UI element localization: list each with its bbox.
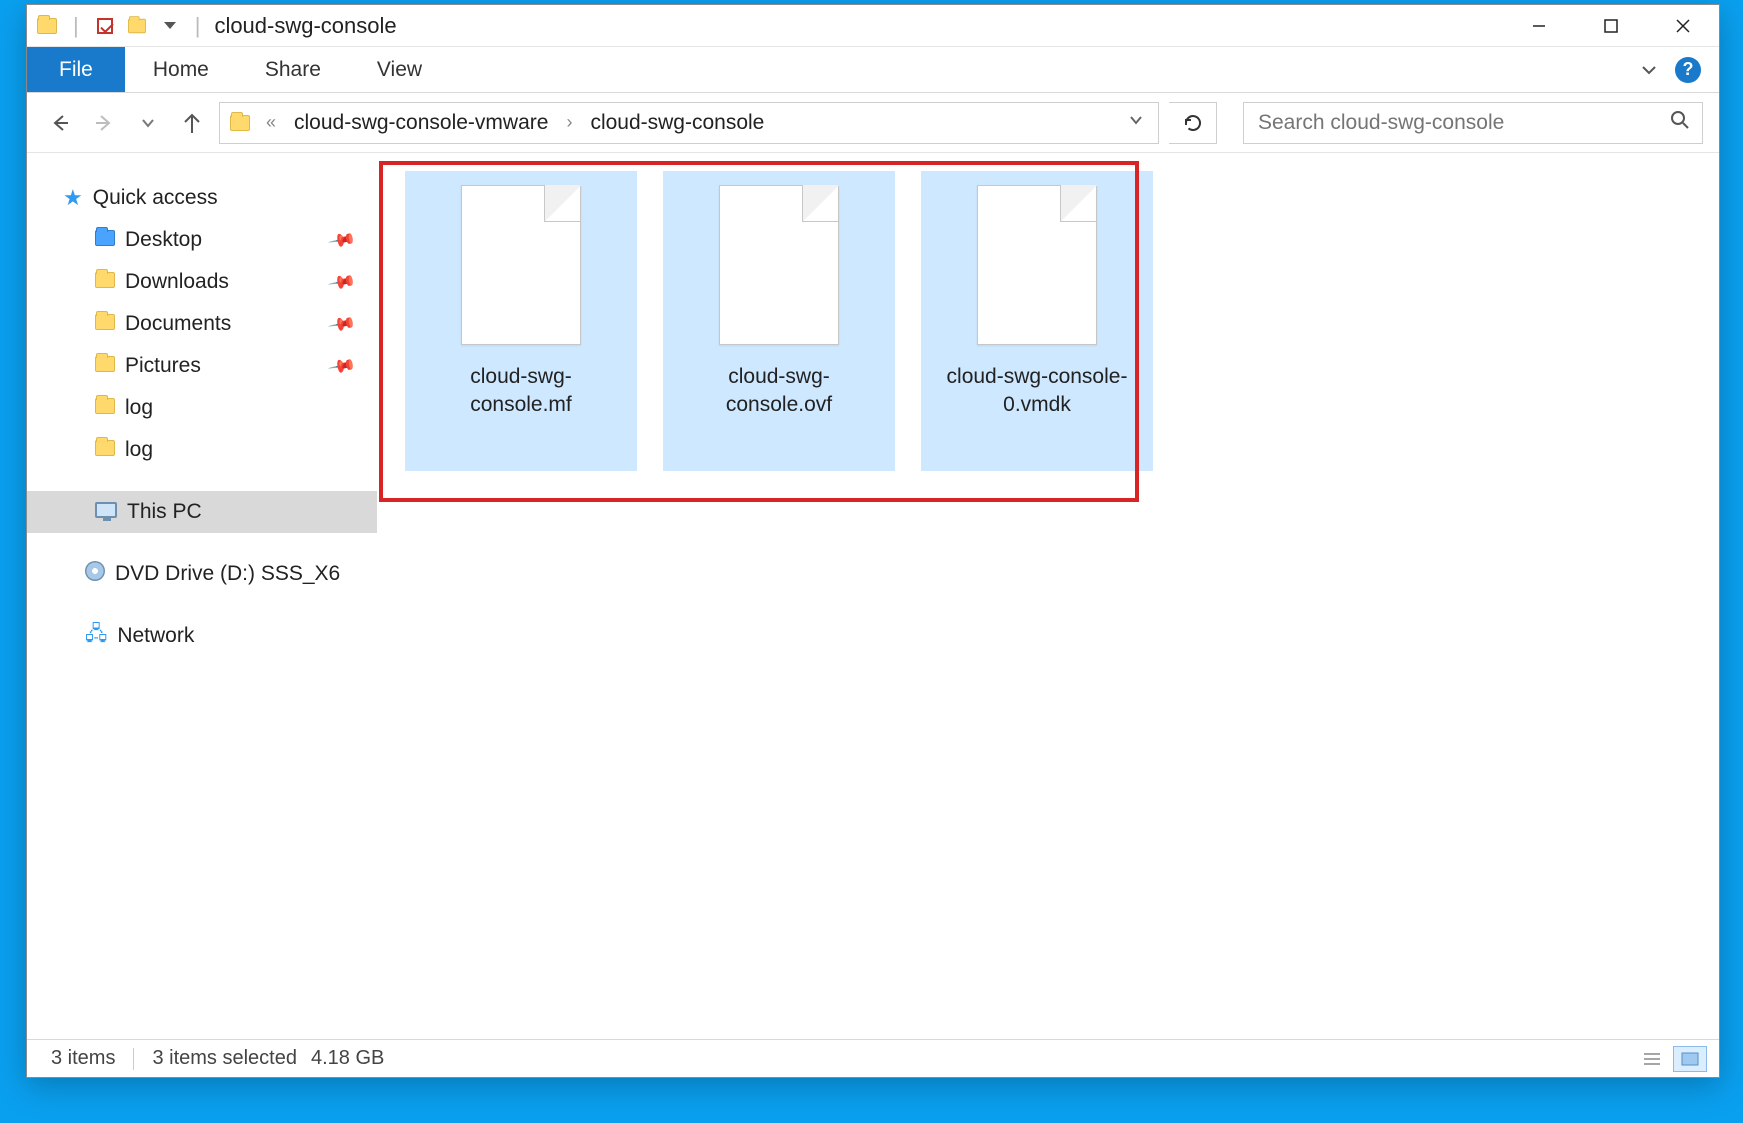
sidebar-item-label: log xyxy=(125,396,153,420)
address-folder-icon xyxy=(220,115,260,131)
file-icon xyxy=(461,185,581,345)
pin-icon: 📌 xyxy=(327,225,357,255)
ribbon: File Home Share View ? xyxy=(27,47,1719,93)
address-dropdown-icon[interactable] xyxy=(1114,112,1158,133)
disc-icon xyxy=(85,561,105,587)
sidebar-item-label: Downloads xyxy=(125,270,229,294)
sidebar-item-documents[interactable]: Documents 📌 xyxy=(55,303,369,345)
sidebar-dvd-drive[interactable]: DVD Drive (D:) SSS_X6 xyxy=(55,553,369,595)
folder-icon xyxy=(95,312,115,336)
nav-back-button[interactable] xyxy=(43,106,77,140)
file-item[interactable]: cloud-swg-console.mf xyxy=(405,171,637,471)
pin-icon: 📌 xyxy=(327,267,357,297)
breadcrumb[interactable]: cloud-swg-console-vmware xyxy=(282,111,560,135)
sidebar-item-label: Pictures xyxy=(125,354,201,378)
navigation-pane: ★ Quick access Desktop 📌 Downloads 📌 xyxy=(27,153,377,1039)
tab-file[interactable]: File xyxy=(27,47,125,92)
file-item[interactable]: cloud-swg-console-0.vmdk xyxy=(921,171,1153,471)
file-icon xyxy=(977,185,1097,345)
pc-icon xyxy=(95,500,117,524)
address-prefix: « xyxy=(260,112,282,133)
folder-icon xyxy=(95,228,115,252)
nav-forward-button[interactable] xyxy=(87,106,121,140)
search-icon[interactable] xyxy=(1670,110,1690,136)
maximize-button[interactable] xyxy=(1575,5,1647,47)
sidebar-item-label: Documents xyxy=(125,312,231,336)
breadcrumb[interactable]: cloud-swg-console xyxy=(578,111,776,135)
minimize-button[interactable] xyxy=(1503,5,1575,47)
chevron-right-icon[interactable]: › xyxy=(560,112,578,133)
app-folder-icon xyxy=(35,14,59,38)
file-item[interactable]: cloud-swg-console.ovf xyxy=(663,171,895,471)
folder-icon xyxy=(95,396,115,420)
qat-properties-icon[interactable] xyxy=(93,14,117,38)
status-selection-size: 4.18 GB xyxy=(311,1047,384,1070)
file-name: cloud-swg-console.ovf xyxy=(679,363,879,420)
sidebar-item-label: Quick access xyxy=(93,186,218,210)
network-icon: 🖧 xyxy=(85,619,107,653)
pin-icon: 📌 xyxy=(327,309,357,339)
pin-icon: 📌 xyxy=(327,351,357,381)
sidebar-item-label: Network xyxy=(117,624,194,648)
sidebar-item-label: log xyxy=(125,438,153,462)
file-name: cloud-swg-console-0.vmdk xyxy=(937,363,1137,420)
sidebar-item-downloads[interactable]: Downloads 📌 xyxy=(55,261,369,303)
sidebar-item-label: This PC xyxy=(127,500,202,524)
tab-view[interactable]: View xyxy=(349,47,450,92)
nav-up-button[interactable] xyxy=(175,106,209,140)
address-bar[interactable]: « cloud-swg-console-vmware › cloud-swg-c… xyxy=(219,102,1159,144)
folder-icon xyxy=(95,354,115,378)
title-bar: | | cloud-swg-console xyxy=(27,5,1719,47)
sidebar-item-label: Desktop xyxy=(125,228,202,252)
ribbon-expand-icon[interactable] xyxy=(1637,58,1661,82)
sidebar-item-label: DVD Drive (D:) SSS_X6 xyxy=(115,562,340,586)
search-input[interactable] xyxy=(1256,110,1662,136)
sidebar-item-pictures[interactable]: Pictures 📌 xyxy=(55,345,369,387)
sidebar-item-desktop[interactable]: Desktop 📌 xyxy=(55,219,369,261)
sidebar-network[interactable]: 🖧 Network xyxy=(55,615,369,657)
refresh-button[interactable] xyxy=(1169,102,1217,144)
help-button[interactable]: ? xyxy=(1675,57,1701,83)
sidebar-item-log[interactable]: log xyxy=(55,429,369,471)
nav-recent-button[interactable] xyxy=(131,106,165,140)
tab-home[interactable]: Home xyxy=(125,47,237,92)
file-icon xyxy=(719,185,839,345)
qat-customize-icon[interactable] xyxy=(157,14,181,38)
explorer-window: | | cloud-swg-console File xyxy=(26,4,1720,1078)
status-bar: 3 items 3 items selected 4.18 GB xyxy=(27,1039,1719,1077)
status-selection-count: 3 items selected xyxy=(152,1047,297,1070)
tab-share[interactable]: Share xyxy=(237,47,349,92)
window-title: cloud-swg-console xyxy=(214,6,396,46)
file-name: cloud-swg-console.mf xyxy=(421,363,621,420)
view-large-icons-button[interactable] xyxy=(1673,1046,1707,1072)
close-button[interactable] xyxy=(1647,5,1719,47)
status-item-count: 3 items xyxy=(51,1047,115,1070)
nav-row: « cloud-swg-console-vmware › cloud-swg-c… xyxy=(27,93,1719,153)
sidebar-quick-access[interactable]: ★ Quick access xyxy=(55,177,369,219)
folder-icon xyxy=(95,438,115,462)
sidebar-item-log[interactable]: log xyxy=(55,387,369,429)
qat-folder-icon[interactable] xyxy=(125,14,149,38)
sidebar-this-pc[interactable]: This PC xyxy=(27,491,377,533)
star-icon: ★ xyxy=(63,185,83,211)
file-view[interactable]: cloud-swg-console.mf cloud-swg-console.o… xyxy=(377,153,1719,1039)
search-box[interactable] xyxy=(1243,102,1703,144)
folder-icon xyxy=(95,270,115,294)
view-details-button[interactable] xyxy=(1635,1046,1669,1072)
